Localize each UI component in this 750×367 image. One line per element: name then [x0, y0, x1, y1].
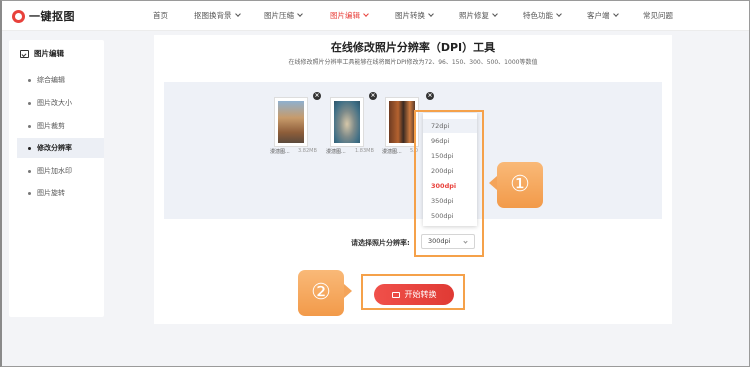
- sidebar-item-rotate[interactable]: 图片旋转: [17, 183, 104, 203]
- chevron-down-icon: [556, 11, 562, 17]
- sidebar-item-change-resolution[interactable]: 修改分辨率: [17, 138, 104, 158]
- file-name: 漫漶图...: [326, 149, 346, 155]
- nav-label: 抠图换背景: [194, 11, 232, 20]
- photo-preview: [278, 101, 304, 143]
- chevron-down-icon: [612, 11, 619, 17]
- file-name: 漫漶图...: [382, 149, 402, 155]
- sidebar: 图片编辑 综合编辑 图片改大小 图片裁剪 修改分辨率 图片加水印 图片旋转: [9, 40, 104, 317]
- nav-label: 客户端: [587, 11, 610, 20]
- convert-highlight-box: [361, 274, 465, 310]
- nav-label: 常见问题: [643, 11, 673, 20]
- nav-label: 首页: [153, 11, 168, 20]
- nav-client[interactable]: 客户端: [587, 1, 619, 31]
- logo-text: 一键抠图: [29, 10, 75, 23]
- nav-home[interactable]: 首页: [153, 1, 168, 31]
- nav-label: 图片压缩: [264, 11, 294, 20]
- nav-cutout-background[interactable]: 抠图换背景: [194, 1, 241, 31]
- image-edit-icon: [20, 49, 29, 58]
- callout-pointer: [489, 176, 497, 190]
- chevron-down-icon: [297, 11, 303, 17]
- nav-special-features[interactable]: 特色功能: [523, 1, 562, 31]
- chevron-down-icon: [234, 11, 241, 17]
- top-navbar: 一键抠图 首页 抠图换背景 图片压缩 图片编辑 图片转换 照片修复 特色功能 客…: [2, 1, 749, 31]
- callout-pointer: [344, 284, 352, 298]
- nav-label: 图片转换: [395, 11, 425, 20]
- close-icon[interactable]: ×: [313, 92, 321, 100]
- nav-image-convert[interactable]: 图片转换: [395, 1, 434, 31]
- nav-image-edit[interactable]: 图片编辑: [330, 1, 369, 31]
- photo-preview: [389, 101, 415, 143]
- sidebar-item-resize[interactable]: 图片改大小: [17, 93, 104, 113]
- nav-faq[interactable]: 常见问题: [643, 1, 673, 31]
- file-size: 3.82MB: [298, 148, 317, 154]
- nav-label: 照片修复: [459, 11, 489, 20]
- nav-label: 图片编辑: [330, 11, 360, 20]
- chevron-down-icon: [363, 11, 369, 17]
- sidebar-item-watermark[interactable]: 图片加水印: [17, 161, 104, 181]
- sidebar-title: 图片编辑: [20, 48, 64, 59]
- dropdown-highlight-box: [414, 110, 484, 257]
- file-name: 漫漶图...: [270, 149, 290, 155]
- photo-preview: [334, 101, 360, 143]
- resolution-label: 请选择照片分辨率:: [351, 239, 410, 247]
- nav-photo-restore[interactable]: 照片修复: [459, 1, 498, 31]
- close-icon[interactable]: ×: [426, 92, 434, 100]
- sidebar-item-general-edit[interactable]: 综合编辑: [17, 70, 104, 90]
- nav-image-compress[interactable]: 图片压缩: [264, 1, 303, 31]
- chevron-down-icon: [428, 11, 434, 17]
- sidebar-title-label: 图片编辑: [34, 49, 64, 58]
- sidebar-item-crop[interactable]: 图片裁剪: [17, 116, 104, 136]
- file-size: 1.83MB: [355, 148, 374, 154]
- chevron-down-icon: [492, 11, 498, 17]
- image-thumbnail[interactable]: [274, 97, 308, 147]
- logo[interactable]: 一键抠图: [12, 8, 75, 24]
- close-icon[interactable]: ×: [369, 92, 377, 100]
- step-badge-1: ①: [497, 162, 543, 208]
- image-thumbnail[interactable]: [330, 97, 364, 147]
- nav-label: 特色功能: [523, 11, 553, 20]
- step-badge-2: ②: [298, 270, 344, 316]
- logo-icon: [12, 9, 25, 23]
- page-title: 在线修改照片分辨率（DPI）工具: [330, 41, 496, 54]
- page-subtitle: 在线修改照片分辨率工具能够在线将图片DPI修改为72、96、150、300、50…: [288, 59, 538, 66]
